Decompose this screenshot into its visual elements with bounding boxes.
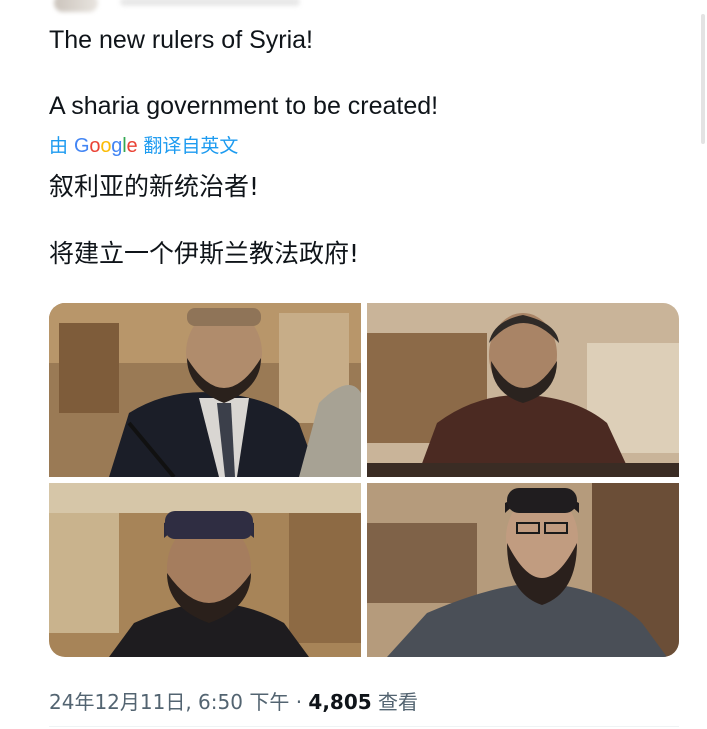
photo-2[interactable] [367, 303, 679, 477]
translated-text-line-1: 叙利亚的新统治者! [49, 172, 260, 201]
views-label: 查看 [371, 690, 419, 714]
author-name-blurred [120, 0, 300, 6]
translation-prefix: 由 [49, 136, 69, 157]
translated-by-google-link[interactable]: 由 Google 翻译自英文 [49, 135, 238, 158]
photo-1[interactable] [49, 303, 361, 477]
tweet-text-line-1: The new rulers of Syria! [49, 26, 313, 54]
google-logo: Google [74, 135, 138, 157]
photo-3[interactable] [49, 483, 361, 657]
tweet-timestamp[interactable]: 24年12月11日, 6:50 下午 [49, 690, 289, 714]
translated-text-line-2: 将建立一个伊斯兰教法政府! [49, 239, 360, 268]
avatar[interactable] [54, 0, 98, 12]
photo-4[interactable] [367, 483, 679, 657]
views-count: 4,805 [308, 690, 372, 714]
media-grid [49, 303, 679, 657]
meta-separator: · [289, 690, 309, 714]
scrollbar[interactable] [701, 14, 705, 144]
tweet-text-line-2: A sharia government to be created! [49, 92, 439, 120]
author-header-blurred [50, 0, 410, 16]
tweet-meta: 24年12月11日, 6:50 下午 · 4,805 查看 [49, 690, 418, 714]
translation-suffix: 翻译自英文 [143, 136, 239, 157]
divider [49, 726, 679, 727]
